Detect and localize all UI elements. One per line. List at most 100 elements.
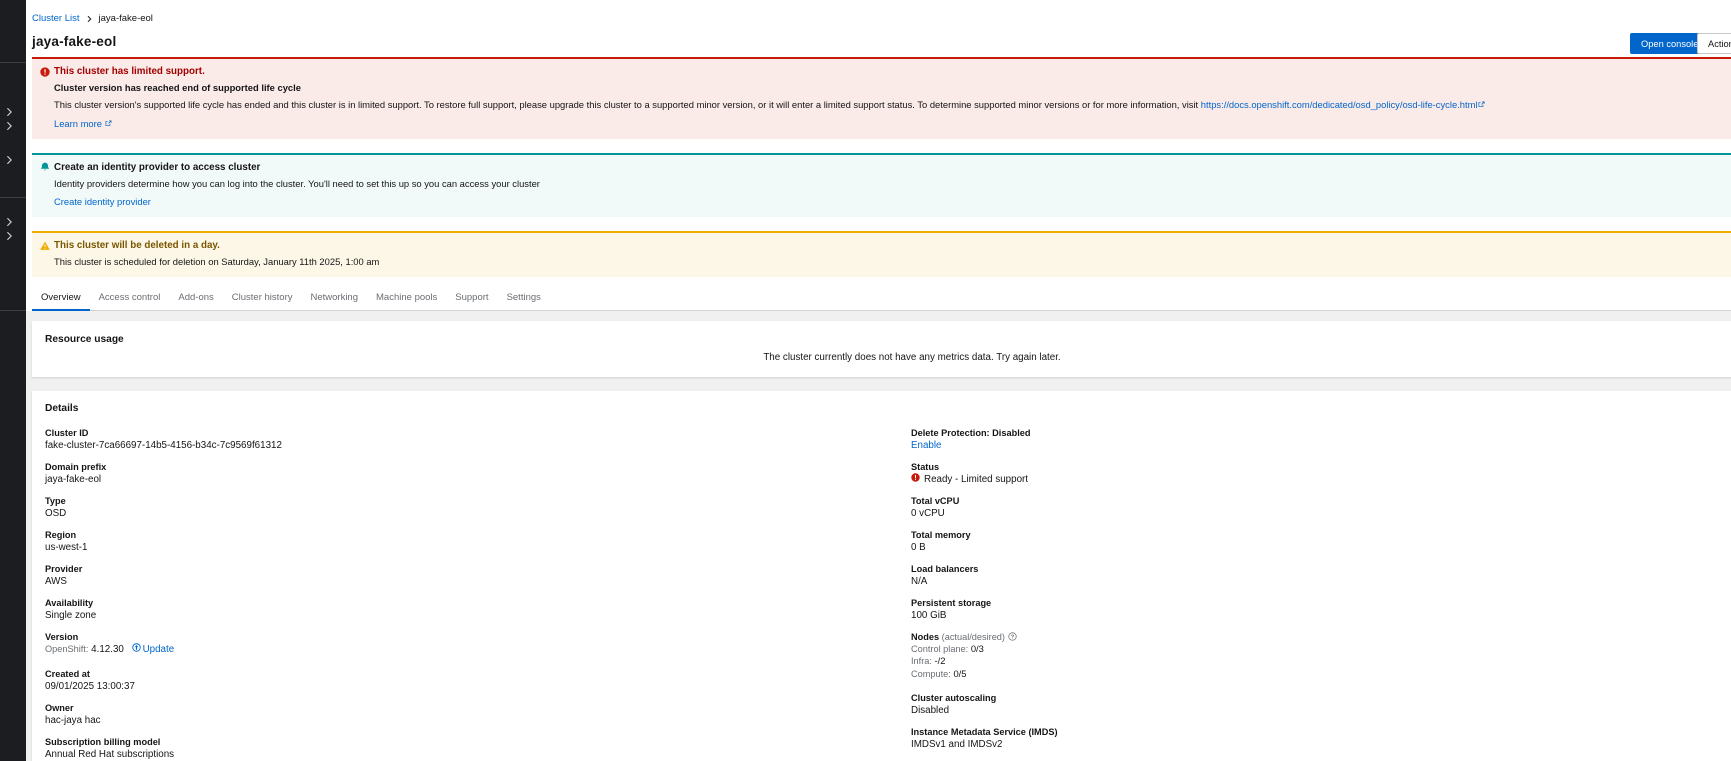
update-label: Update (142, 644, 175, 655)
field-label: Region (45, 530, 77, 540)
total-memory-group: Total memory 0 B (911, 529, 1731, 554)
chevron-right-icon[interactable] (6, 107, 16, 117)
nav-divider (0, 310, 26, 311)
field-value: Disabled (911, 704, 950, 716)
tab-machine-pools[interactable]: Machine pools (367, 286, 446, 310)
collapsed-left-nav (0, 0, 26, 761)
external-link-icon (104, 118, 112, 129)
tab-access-control[interactable]: Access control (90, 286, 170, 310)
field-value: Annual Red Hat subscriptions (45, 749, 175, 760)
domain-prefix-group: Domain prefix jaya-fake-eol (45, 461, 911, 486)
node-key: Compute: (911, 668, 951, 679)
field-label: Subscription billing model (45, 737, 161, 747)
version-key: OpenShift: (45, 644, 89, 654)
alert-description: This cluster version's supported life cy… (54, 99, 1731, 111)
resource-usage-heading: Resource usage (45, 334, 124, 345)
status-group: Status Ready - Limited support (911, 461, 1731, 486)
subscription-billing-group: Subscription billing model Annual Red Ha… (45, 736, 911, 761)
field-label: Domain prefix (45, 462, 107, 472)
learn-more-link[interactable]: Learn more (54, 118, 112, 129)
type-group: Type OSD (45, 495, 911, 520)
field-value: N/A (911, 576, 928, 587)
tab-overview[interactable]: Overview (32, 286, 90, 311)
enable-delete-protection-link[interactable]: Enable (911, 440, 942, 451)
life-cycle-doc-link[interactable]: https://docs.openshift.com/dedicated/osd… (1201, 99, 1478, 110)
update-arrow-icon (131, 643, 141, 656)
field-value: Single zone (45, 610, 97, 621)
breadcrumb-cluster-list-link[interactable]: Cluster List (32, 13, 80, 24)
breadcrumb: Cluster List jaya-fake-eol (32, 0, 1731, 24)
field-label: Instance Metadata Service (IMDS) (911, 726, 1058, 737)
node-value: 0/5 (953, 667, 967, 679)
node-value: -/2 (934, 655, 946, 667)
angle-right-icon (87, 15, 92, 23)
field-value: AWS (45, 576, 67, 587)
node-key: Control plane: (911, 644, 969, 654)
tab-networking[interactable]: Networking (301, 286, 367, 310)
field-label: Delete Protection: Disabled (911, 428, 1031, 438)
field-label: Cluster ID (45, 428, 89, 438)
alert-subtitle: Cluster version has reached end of suppo… (54, 82, 301, 93)
field-value: 100 GiB (911, 610, 947, 621)
resource-usage-card: Resource usage The cluster currently doe… (32, 321, 1731, 377)
chevron-right-icon[interactable] (6, 217, 16, 227)
field-value: us-west-1 (45, 542, 88, 553)
field-label: Cluster autoscaling (911, 692, 997, 703)
chevron-right-icon[interactable] (6, 121, 16, 131)
cluster-id-group: Cluster ID fake-cluster-7ca66697-14b5-41… (45, 427, 911, 452)
nav-divider (0, 197, 26, 198)
cluster-details-page: Cluster List jaya-fake-eol jaya-fake-eol… (26, 0, 1731, 761)
question-circle-icon[interactable]: ? (1007, 632, 1017, 642)
field-label: Total memory (911, 530, 971, 540)
details-card: Details Cluster ID fake-cluster-7ca66697… (32, 391, 1731, 761)
limited-support-alert: This cluster has limited support. Cluste… (32, 57, 1731, 139)
update-version-link[interactable]: Update (131, 643, 175, 656)
external-link-icon (1477, 99, 1485, 110)
field-label: Version (45, 632, 79, 642)
field-label: Nodes (911, 632, 940, 642)
chevron-right-icon[interactable] (6, 231, 16, 241)
tab-add-ons[interactable]: Add-ons (169, 286, 222, 310)
exclamation-triangle-icon (40, 241, 50, 251)
nodes-group: Nodes (actual/desired) ? Control plane: … (911, 631, 1731, 680)
cluster-autoscaling-group: Cluster autoscaling Disabled (911, 692, 1731, 717)
cluster-tabs: Overview Access control Add-ons Cluster … (32, 286, 1731, 311)
tab-cluster-history[interactable]: Cluster history (223, 286, 302, 310)
field-value: OSD (45, 508, 67, 519)
field-value: fake-cluster-7ca66697-14b5-4156-b34c-7c9… (45, 440, 282, 451)
field-label: Persistent storage (911, 598, 992, 608)
field-value: 09/01/2025 13:00:37 (45, 681, 135, 692)
alert-description: This cluster is scheduled for deletion o… (54, 256, 380, 268)
alert-description-text: This cluster version's supported life cy… (54, 98, 1199, 110)
create-identity-provider-link[interactable]: Create identity provider (54, 196, 151, 207)
status-value: Ready - Limited support (924, 474, 1029, 485)
total-vcpu-group: Total vCPU 0 vCPU (911, 495, 1731, 520)
owner-group: Owner hac-jaya hac (45, 702, 911, 727)
alert-title: Create an identity provider to access cl… (54, 161, 261, 173)
tab-settings[interactable]: Settings (498, 286, 550, 310)
field-value: 0 vCPU (911, 508, 945, 519)
node-key: Infra: (911, 656, 932, 667)
nodes-suffix: (actual/desired) (941, 632, 1005, 642)
metrics-empty-message: The cluster currently does not have any … (763, 352, 1061, 363)
tab-support[interactable]: Support (446, 286, 497, 310)
version-value: 4.12.30 (91, 644, 124, 655)
alert-description: Identity providers determine how you can… (54, 177, 540, 189)
breadcrumb-current: jaya-fake-eol (98, 13, 153, 24)
field-label: Status (911, 462, 940, 472)
chevron-right-icon[interactable] (6, 155, 16, 165)
created-at-group: Created at 09/01/2025 13:00:37 (45, 668, 911, 693)
field-value: hac-jaya hac (45, 715, 101, 726)
field-label: Load balancers (911, 564, 979, 574)
field-value: IMDSv1 and IMDSv2 (911, 738, 1003, 750)
actions-button[interactable]: Actions (1697, 33, 1731, 54)
identity-provider-alert: Create an identity provider to access cl… (32, 152, 1731, 218)
field-label: Created at (45, 669, 90, 679)
details-right-column: Delete Protection: Disabled Enable Statu… (911, 427, 1731, 761)
field-label: Total vCPU (911, 496, 960, 506)
delete-protection-group: Delete Protection: Disabled Enable (911, 427, 1731, 452)
field-label: Type (45, 496, 66, 506)
details-heading: Details (45, 403, 79, 414)
load-balancers-group: Load balancers N/A (911, 563, 1731, 588)
learn-more-label: Learn more (54, 117, 102, 129)
